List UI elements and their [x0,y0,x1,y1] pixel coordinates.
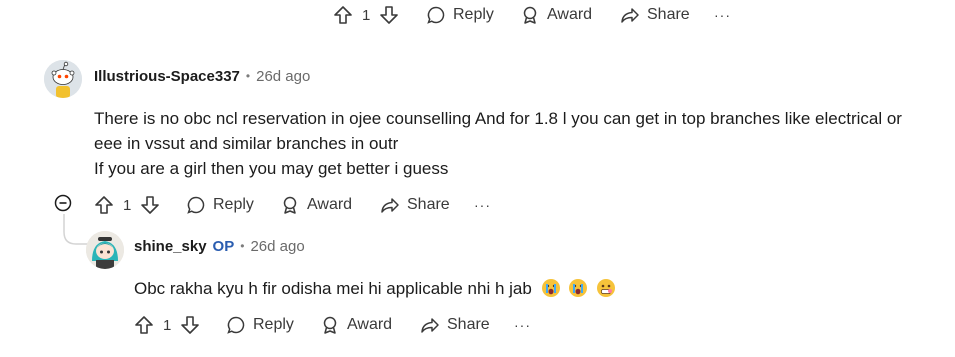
comment1-meta: Illustrious-Space337 • 26d ago [94,66,310,86]
comment1-vote-group: 1 [94,195,160,215]
comment-text: Obc rakha kyu h fir odisha mei hi applic… [134,279,532,298]
reply-label: Reply [213,196,254,213]
comment-text-line: eee in vssut and similar branches in out… [94,134,399,153]
vote-count: 1 [163,316,172,334]
username-link[interactable]: Illustrious-Space337 [94,68,240,85]
award-button[interactable]: Award [280,195,352,215]
award-label: Award [547,6,593,23]
avatar[interactable] [86,231,124,269]
reply-button[interactable]: Reply [226,315,294,335]
username-link[interactable]: shine_sky [134,238,207,255]
downvote-icon[interactable] [140,195,160,215]
reply-label: Reply [253,316,294,333]
collapse-thread-button[interactable] [54,194,72,212]
share-label: Share [407,196,450,213]
comment2-body: Obc rakha kyu h fir odisha mei hi applic… [134,276,934,301]
award-icon [523,6,537,24]
top-vote-group: 1 [333,5,399,25]
upvote-icon[interactable] [94,195,114,215]
comment2-meta: shine_sky OP • 26d ago [134,236,305,256]
award-button[interactable]: Award [320,315,392,335]
timestamp[interactable]: 26d ago [250,238,304,255]
upvote-icon[interactable] [333,5,353,25]
collapse-minus-icon [54,194,72,212]
crying-face-emoji [569,279,588,297]
downvote-icon[interactable] [379,5,399,25]
comment-text-line: If you are a girl then you may get bette… [94,159,449,178]
award-icon [323,316,337,334]
more-options-button[interactable]: ··· [514,317,531,333]
award-button[interactable]: Award [520,5,592,25]
comment-bubble-icon [227,316,245,334]
crying-face-emoji [541,279,560,297]
share-label: Share [447,316,490,333]
reply-button[interactable]: Reply [426,5,494,25]
share-button[interactable]: Share [420,315,490,335]
share-label: Share [647,6,690,23]
user-avatar-icon [86,231,124,269]
timestamp[interactable]: 26d ago [256,68,310,85]
share-icon [421,318,439,333]
award-label: Award [347,316,393,333]
comment-bubble-icon [187,196,205,214]
more-options-button[interactable]: ··· [714,7,731,23]
reply-button[interactable]: Reply [186,195,254,215]
award-label: Award [307,196,353,213]
share-icon [381,198,399,213]
downvote-icon[interactable] [180,315,200,335]
thread-connector-line [63,214,90,245]
share-button[interactable]: Share [380,195,450,215]
vote-count: 1 [123,196,132,214]
vote-count: 1 [362,6,371,24]
upvote-icon[interactable] [134,315,154,335]
share-icon [621,8,639,23]
meta-separator: • [245,69,251,83]
snoo-avatar-icon [44,60,82,98]
share-button[interactable]: Share [620,5,690,25]
comment1-body: There is no obc ncl reservation in ojee … [94,106,944,181]
avatar[interactable] [44,60,82,98]
grimacing-face-emoji [597,279,616,297]
award-icon [283,196,297,214]
top-action-bar: 1 [333,3,399,27]
comment-bubble-icon [427,6,445,24]
comment2-vote-group: 1 [134,315,200,335]
meta-separator: • [240,239,245,253]
op-badge: OP [212,237,235,255]
more-options-button[interactable]: ··· [474,197,491,213]
comment-text-line: There is no obc ncl reservation in ojee … [94,109,902,128]
reply-label: Reply [453,6,494,23]
